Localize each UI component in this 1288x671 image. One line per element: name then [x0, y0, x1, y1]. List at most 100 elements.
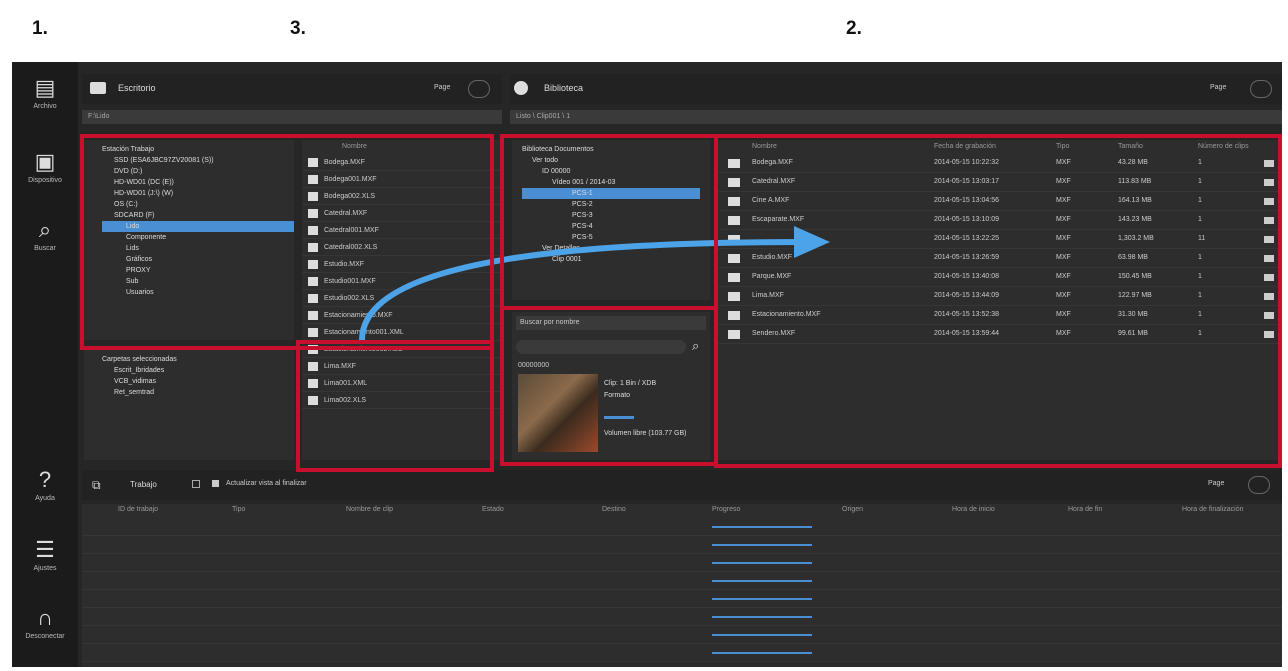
file-icon — [308, 378, 318, 388]
tree-item[interactable]: Lids — [102, 243, 294, 254]
job-column-header[interactable]: Hora de inicio — [952, 506, 995, 513]
sidebar-item-archivo[interactable]: ▤ Archivo — [12, 76, 78, 111]
name-column-header[interactable]: Nombre — [302, 140, 502, 154]
tree-item[interactable]: Componente — [102, 232, 294, 243]
page-button[interactable]: Page — [1208, 480, 1224, 487]
job-column-header[interactable]: ID de trabajo — [118, 506, 158, 513]
row-menu-icon[interactable] — [1264, 312, 1274, 319]
page-button[interactable]: Page — [434, 84, 450, 91]
sidebar-item-desconectar[interactable]: ∩ Desconectar — [12, 606, 78, 641]
clip-cell-size: 150.45 MB — [1118, 273, 1152, 280]
column-header[interactable]: Tipo — [1056, 140, 1069, 154]
tree-item[interactable]: OS (C:) — [102, 199, 294, 210]
job-row[interactable] — [82, 626, 1282, 644]
job-progress-bar — [712, 562, 812, 564]
file-list-item[interactable]: Bodega.MXF — [302, 154, 502, 171]
tree-item[interactable]: DVD (D:) — [102, 166, 294, 177]
row-menu-icon[interactable] — [1264, 255, 1274, 262]
row-menu-icon[interactable] — [1264, 160, 1274, 167]
job-row[interactable] — [82, 536, 1282, 554]
row-menu-icon[interactable] — [1264, 217, 1274, 224]
column-header[interactable]: Fecha de grabación — [934, 140, 996, 154]
column-header[interactable]: Nombre — [752, 140, 777, 154]
tree-item[interactable]: ID 00000 — [522, 166, 710, 177]
job-column-header[interactable]: Nombre de clip — [346, 506, 393, 513]
file-list-item[interactable]: Lima002.XLS — [302, 392, 502, 409]
menu-toggle-button[interactable] — [468, 80, 490, 98]
clip-row[interactable]: Cine A.MXF 2014-05-15 13:04:56 MXF 164.13 M… — [718, 192, 1282, 211]
file-list-item[interactable]: Bodega001.MXF — [302, 171, 502, 188]
job-column-header[interactable]: Progreso — [712, 506, 740, 513]
sidebar-item-label: Ajustes — [33, 565, 57, 572]
clip-cell-count: 1 — [1198, 292, 1202, 299]
clip-row[interactable]: Bodega.MXF 2014-05-15 10:22:32 MXF 43.28 MB… — [718, 154, 1282, 173]
tree-item[interactable]: SSD (ESA6JBC97ZV20081 (S)) — [102, 155, 294, 166]
job-column-header[interactable]: Hora de fin — [1068, 506, 1102, 513]
job-column-header[interactable]: Tipo — [232, 506, 245, 513]
tree-item[interactable]: Estación Trabajo — [102, 144, 294, 155]
menu-toggle-button[interactable] — [1248, 476, 1270, 494]
sidebar-item-ayuda[interactable]: ? Ayuda — [12, 468, 78, 503]
file-list-item[interactable]: Lima001.XML — [302, 375, 502, 392]
job-progress-bar — [712, 544, 812, 546]
tree-item-selected[interactable]: PCS-1 — [522, 188, 700, 199]
job-column-header[interactable]: Hora de finalización — [1182, 506, 1243, 513]
tree-item[interactable]: Biblioteca Documentos — [522, 144, 710, 155]
job-column-header[interactable]: Estado — [482, 506, 504, 513]
job-row[interactable] — [82, 518, 1282, 536]
row-menu-icon[interactable] — [1264, 331, 1274, 338]
page-button[interactable]: Page — [1210, 84, 1226, 91]
tree-item[interactable]: Gráficos — [102, 254, 294, 265]
job-column-header[interactable]: Destino — [602, 506, 626, 513]
column-header[interactable]: Tamaño — [1118, 140, 1143, 154]
job-row[interactable] — [82, 572, 1282, 590]
column-header[interactable]: Número de clips — [1198, 140, 1249, 154]
file-list-item[interactable]: Bodega002.XLS — [302, 188, 502, 205]
tree-item[interactable]: SDCARD (F) — [102, 210, 294, 221]
job-row[interactable] — [82, 590, 1282, 608]
file-list-item[interactable]: Lima.MXF — [302, 358, 502, 375]
tree-item[interactable]: Ret_semtrad — [102, 387, 294, 398]
tree-item[interactable]: Escrit_Ibridades — [102, 365, 294, 376]
auto-refresh-checkbox[interactable] — [212, 480, 219, 487]
library-path-bar[interactable]: Listo \ Clip001 \ 1 — [510, 110, 1282, 124]
sidebar-item-label: Ayuda — [35, 495, 55, 502]
tree-item[interactable]: Sub — [102, 276, 294, 287]
sidebar-item-buscar[interactable]: ⌕ Buscar — [12, 218, 78, 253]
menu-toggle-button[interactable] — [1250, 80, 1272, 98]
job-column-header[interactable]: Origen — [842, 506, 863, 513]
tree-item[interactable]: PCS-2 — [522, 199, 710, 210]
tree-item[interactable]: Ver todo — [522, 155, 710, 166]
clip-capacity-bar — [604, 416, 634, 419]
local-path-bar[interactable]: F:\Lido — [82, 110, 502, 124]
tree-item[interactable]: HD-WD01 (J:\) (W) — [102, 188, 294, 199]
filter-icon[interactable] — [192, 480, 200, 488]
row-menu-icon[interactable] — [1264, 179, 1274, 186]
job-row[interactable] — [82, 644, 1282, 662]
tree-item[interactable]: Vídeo 001 / 2014-03 — [522, 177, 710, 188]
clip-cell-count: 1 — [1198, 330, 1202, 337]
job-row[interactable] — [82, 608, 1282, 626]
clip-cell-size: 143.23 MB — [1118, 216, 1152, 223]
clip-thumbnail[interactable] — [518, 374, 598, 452]
row-menu-icon[interactable] — [1264, 236, 1274, 243]
file-icon — [308, 208, 318, 218]
callout-1: 1. — [32, 18, 48, 39]
job-row[interactable] — [82, 554, 1282, 572]
job-progress-bar — [712, 634, 812, 636]
row-menu-icon[interactable] — [1264, 198, 1274, 205]
tree-item-selected[interactable]: Lido — [102, 221, 294, 232]
clip-row[interactable]: Catedral.MXF 2014-05-15 13:03:17 MXF 113.83… — [718, 173, 1282, 192]
tree-item[interactable]: PROXY — [102, 265, 294, 276]
desktop-icon — [90, 82, 106, 94]
tree-item[interactable]: Usuarios — [102, 287, 294, 298]
sidebar-item-ajustes[interactable]: ☰ Ajustes — [12, 538, 78, 573]
tree-item[interactable]: HD-WD01 (DC (E)) — [102, 177, 294, 188]
sidebar-item-dispositivo[interactable]: ▣ Dispositivo — [12, 150, 78, 185]
row-menu-icon[interactable] — [1264, 274, 1274, 281]
tree-item[interactable]: VCB_vidimas — [102, 376, 294, 387]
clip-cell-size: 43.28 MB — [1118, 159, 1148, 166]
file-icon — [308, 361, 318, 371]
row-menu-icon[interactable] — [1264, 293, 1274, 300]
tree-item[interactable]: Carpetas seleccionadas — [102, 354, 294, 365]
